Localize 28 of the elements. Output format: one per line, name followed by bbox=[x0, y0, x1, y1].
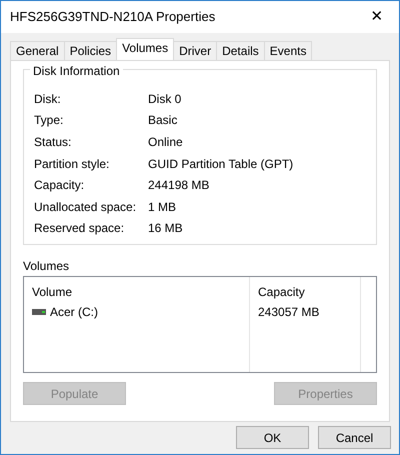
field-label: Reserved space: bbox=[34, 220, 126, 238]
tab[interactable]: Volumes bbox=[116, 38, 174, 60]
field-value: GUID Partition Table (GPT) bbox=[148, 156, 294, 173]
tab[interactable]: Events bbox=[264, 41, 312, 60]
section-title: Volumes bbox=[23, 259, 70, 273]
field-value: 16 MB bbox=[148, 220, 183, 238]
field-label: Capacity: bbox=[34, 177, 86, 194]
column-header[interactable]: Capacity bbox=[258, 283, 305, 301]
field-value: 1 MB bbox=[148, 198, 176, 216]
field-label: Partition style: bbox=[34, 156, 110, 173]
close-button[interactable]: ✕ bbox=[355, 1, 399, 33]
tab[interactable]: General bbox=[10, 41, 65, 60]
field-value: Disk 0 bbox=[148, 90, 182, 108]
field-label: Status: bbox=[34, 134, 72, 151]
volume-name[interactable]: Acer (C:) bbox=[50, 303, 98, 321]
column-header[interactable]: Volume bbox=[32, 283, 72, 301]
field-value: 244198 MB bbox=[148, 177, 210, 194]
button[interactable]: OK bbox=[236, 426, 309, 449]
volume-list[interactable]: Volume Acer (C:) Capacity 243057 MB bbox=[23, 276, 377, 373]
window-title: HFS256G39TND-N210A Properties bbox=[10, 8, 216, 26]
field-value: Basic bbox=[148, 112, 178, 130]
drive-icon bbox=[32, 309, 46, 315]
field-label: Unallocated space: bbox=[34, 198, 138, 216]
field-label: Type: bbox=[34, 112, 64, 130]
button[interactable]: Cancel bbox=[318, 426, 391, 449]
volume-capacity: 243057 MB bbox=[258, 304, 320, 321]
field-value: Online bbox=[148, 134, 183, 151]
field-label: Disk: bbox=[34, 90, 62, 108]
